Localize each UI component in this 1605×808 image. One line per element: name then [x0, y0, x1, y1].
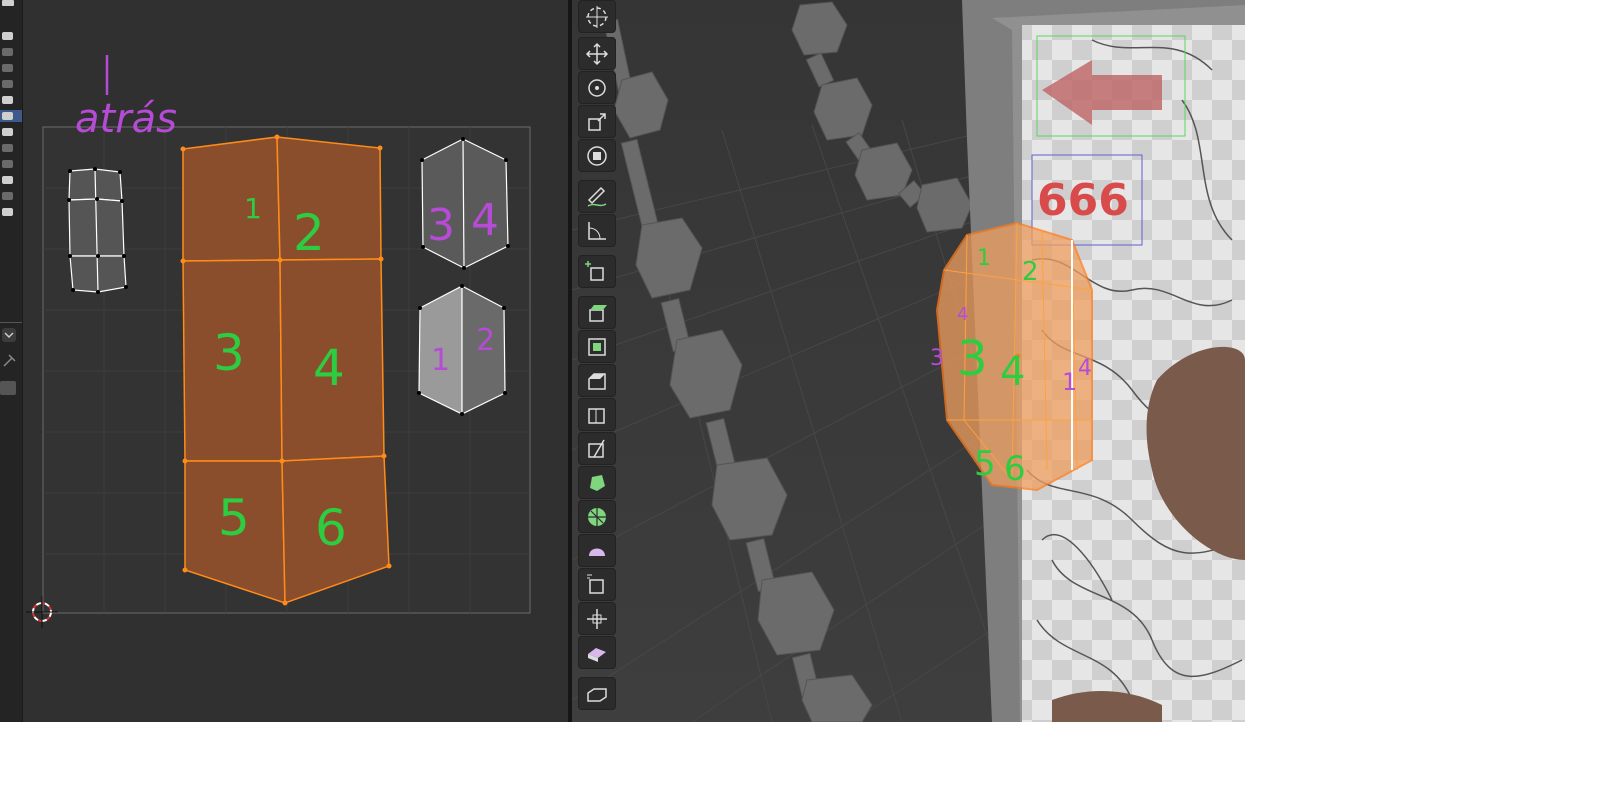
- face-label: 2: [476, 323, 495, 358]
- camera-icon[interactable]: [2, 144, 13, 152]
- face-label: 3: [213, 324, 245, 382]
- face-label: 2: [293, 204, 325, 262]
- viewport-toolbar: [578, 0, 618, 722]
- spin-icon: [588, 507, 606, 526]
- uv-annotation-title: atrás: [75, 96, 177, 142]
- mesh-label: 4: [1000, 349, 1025, 395]
- camera-icon[interactable]: [2, 48, 13, 56]
- rotate-icon: [588, 78, 606, 97]
- transform-tool[interactable]: [578, 139, 616, 172]
- bevel-icon: [588, 372, 606, 390]
- shear-tool[interactable]: [578, 636, 616, 669]
- edge-slide-icon: [587, 574, 604, 594]
- inset-icon: [588, 337, 606, 356]
- annotate-icon: [587, 186, 607, 207]
- rip-tool[interactable]: [578, 677, 616, 710]
- 3d-viewport[interactable]: 666 1 2 3 4 5 6 4 3 1 4: [572, 0, 1245, 722]
- transform-icon: [587, 145, 607, 166]
- mesh-label: 6: [1004, 449, 1026, 489]
- cursor-tool[interactable]: [578, 0, 616, 33]
- scale-icon: [588, 112, 606, 131]
- face-label: 1: [244, 192, 262, 225]
- camera-icon[interactable]: [2, 192, 13, 200]
- camera-icon[interactable]: [2, 80, 13, 88]
- poly-build-tool[interactable]: [578, 466, 616, 499]
- face-label: 4: [313, 339, 345, 397]
- shrink-fatten-icon: [587, 608, 607, 629]
- face-label: 6: [315, 499, 347, 557]
- camera-icon[interactable]: [2, 0, 14, 6]
- mesh-label: 1: [1062, 368, 1077, 396]
- camera-icon[interactable]: [2, 160, 13, 168]
- annotate-tool[interactable]: [578, 180, 616, 213]
- poster-number: 666: [1037, 175, 1129, 226]
- loop-cut-icon: [588, 407, 605, 424]
- face-label: 1: [431, 343, 450, 378]
- shear-icon: [588, 647, 606, 662]
- knife-icon: [588, 439, 605, 458]
- smooth-tool[interactable]: [578, 534, 616, 567]
- scale-tool[interactable]: [578, 105, 616, 138]
- mesh-label: 5: [974, 444, 996, 484]
- mesh-label: 4: [957, 304, 968, 325]
- dropdown-button[interactable]: [2, 328, 16, 342]
- spin-tool[interactable]: [578, 500, 616, 533]
- mesh-label: 2: [1022, 257, 1039, 287]
- uv-editor[interactable]: atrás 1 2 3 4 5 6 3 4 1 2: [23, 0, 568, 722]
- face-label: 5: [218, 489, 250, 547]
- face-label: 4: [471, 195, 499, 246]
- mesh-label: 4: [1078, 356, 1092, 381]
- outliner-visibility-icons: [0, 0, 22, 395]
- edge-slide-tool[interactable]: [578, 568, 616, 601]
- panel-toggle[interactable]: [0, 381, 16, 395]
- inset-tool[interactable]: [578, 330, 616, 363]
- viewport-scene[interactable]: 666 1 2 3 4 5 6 4 3 1 4: [572, 0, 1245, 722]
- measure-icon: [588, 221, 606, 240]
- knife-tool[interactable]: [578, 432, 616, 465]
- extrude-icon: [589, 304, 607, 322]
- camera-icon[interactable]: [2, 112, 13, 120]
- move-icon: [585, 42, 609, 65]
- camera-icon[interactable]: [2, 96, 13, 104]
- camera-icon[interactable]: [2, 32, 13, 40]
- bevel-tool[interactable]: [578, 364, 616, 397]
- smooth-icon: [589, 548, 605, 556]
- move-tool[interactable]: [578, 37, 616, 70]
- camera-icon[interactable]: [2, 128, 13, 136]
- blender-window: atrás 1 2 3 4 5 6 3 4 1 2 666 1 2 3 4 5 …: [0, 0, 1245, 722]
- mesh-label: 3: [930, 346, 944, 371]
- camera-icon[interactable]: [2, 176, 13, 184]
- loop-cut-tool[interactable]: [578, 398, 616, 431]
- camera-icon[interactable]: [2, 208, 13, 216]
- outliner-strip: [0, 0, 23, 722]
- add-cube-icon: [585, 260, 604, 281]
- poly-build-icon: [590, 474, 605, 491]
- extrude-tool[interactable]: [578, 296, 616, 329]
- rotate-tool[interactable]: [578, 71, 616, 104]
- uv-canvas[interactable]: atrás 1 2 3 4 5 6 3 4 1 2: [23, 0, 568, 722]
- mesh-label: 3: [957, 331, 988, 387]
- uv-island-small[interactable]: [68, 168, 127, 293]
- cursor-icon: [586, 5, 608, 28]
- face-label: 3: [427, 200, 455, 251]
- camera-icon[interactable]: [2, 64, 13, 72]
- mesh-label: 1: [977, 246, 991, 271]
- add-cube-tool[interactable]: [578, 255, 616, 288]
- rip-icon: [587, 687, 607, 702]
- shrink-fatten-tool[interactable]: [578, 602, 616, 635]
- pin-icon[interactable]: [3, 354, 16, 367]
- measure-tool[interactable]: [578, 214, 616, 247]
